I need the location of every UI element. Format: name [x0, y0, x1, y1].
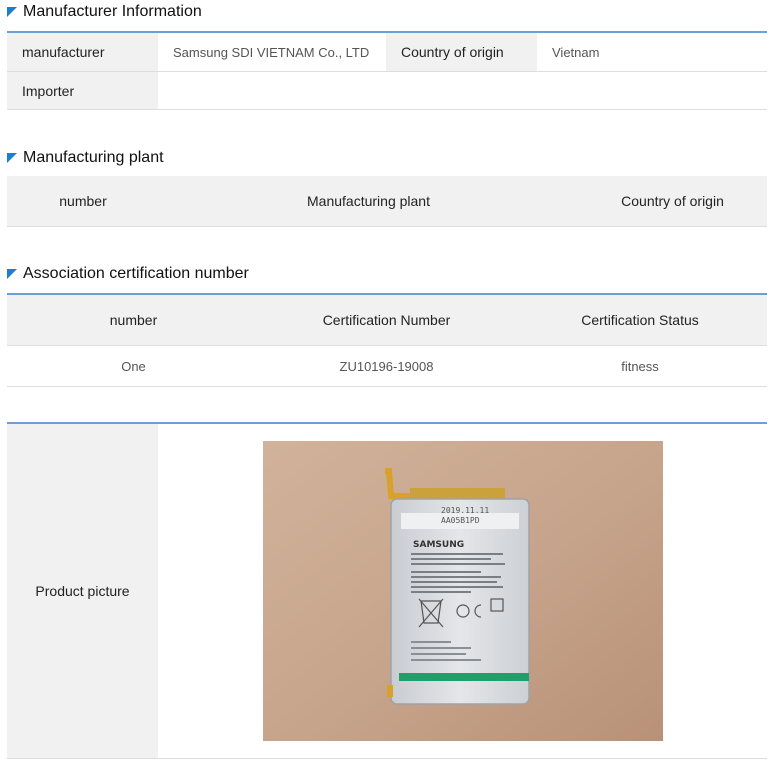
triangle-marker-icon	[7, 7, 17, 17]
plant-table: number Manufacturing plant Country of or…	[7, 176, 767, 227]
triangle-marker-icon	[7, 269, 17, 279]
column-header: number	[7, 176, 159, 227]
cert-row-number: One	[7, 345, 260, 387]
section-title-text: Manufacturing plant	[23, 149, 164, 166]
table-row: manufacturer Samsung SDI VIETNAM Co., LT…	[7, 32, 767, 72]
column-header: number	[7, 294, 260, 346]
section-title-certification: Association certification number	[7, 265, 249, 283]
photo-code-print: AA05B1PD	[441, 516, 480, 525]
battery: 2019.11.11 AA05B1PD SAMSUNG	[384, 468, 530, 705]
column-header: Certification Number	[260, 294, 513, 346]
manufacturer-label: manufacturer	[7, 32, 158, 72]
table-header-row: number Certification Number Certificatio…	[7, 294, 767, 346]
certification-table: number Certification Number Certificatio…	[7, 293, 767, 387]
manufacturer-table: manufacturer Samsung SDI VIETNAM Co., LT…	[7, 31, 767, 110]
product-picture-label: Product picture	[7, 423, 158, 759]
column-header: Country of origin	[578, 176, 767, 227]
triangle-marker-icon	[7, 153, 17, 163]
country-value: Vietnam	[537, 32, 767, 72]
product-picture-table: Product picture 2019.11.11 AA05B1PD SAMS…	[7, 422, 767, 759]
product-photo: 2019.11.11 AA05B1PD SAMSUNG	[262, 441, 663, 741]
column-header: Manufacturing plant	[159, 176, 578, 227]
importer-label: Importer	[7, 71, 158, 110]
section-title-plant: Manufacturing plant	[7, 149, 164, 167]
photo-date-print: 2019.11.11	[441, 506, 489, 515]
product-picture-cell: 2019.11.11 AA05B1PD SAMSUNG	[158, 423, 767, 759]
manufacturer-value: Samsung SDI VIETNAM Co., LTD	[158, 32, 386, 72]
section-title-text: Manufacturer Information	[23, 3, 202, 20]
cert-row-status: fitness	[513, 345, 767, 387]
importer-value	[158, 71, 767, 110]
section-title-manufacturer: Manufacturer Information	[7, 3, 202, 21]
table-header-row: number Manufacturing plant Country of or…	[7, 176, 767, 227]
section-title-text: Association certification number	[23, 265, 249, 282]
cert-row-cert-number: ZU10196-19008	[260, 345, 513, 387]
table-row: Product picture 2019.11.11 AA05B1PD SAMS…	[7, 423, 767, 759]
column-header: Certification Status	[513, 294, 767, 346]
table-row: One ZU10196-19008 fitness	[7, 345, 767, 387]
country-label: Country of origin	[386, 32, 537, 72]
photo-brand-print: SAMSUNG	[413, 540, 464, 550]
table-row: Importer	[7, 71, 767, 110]
